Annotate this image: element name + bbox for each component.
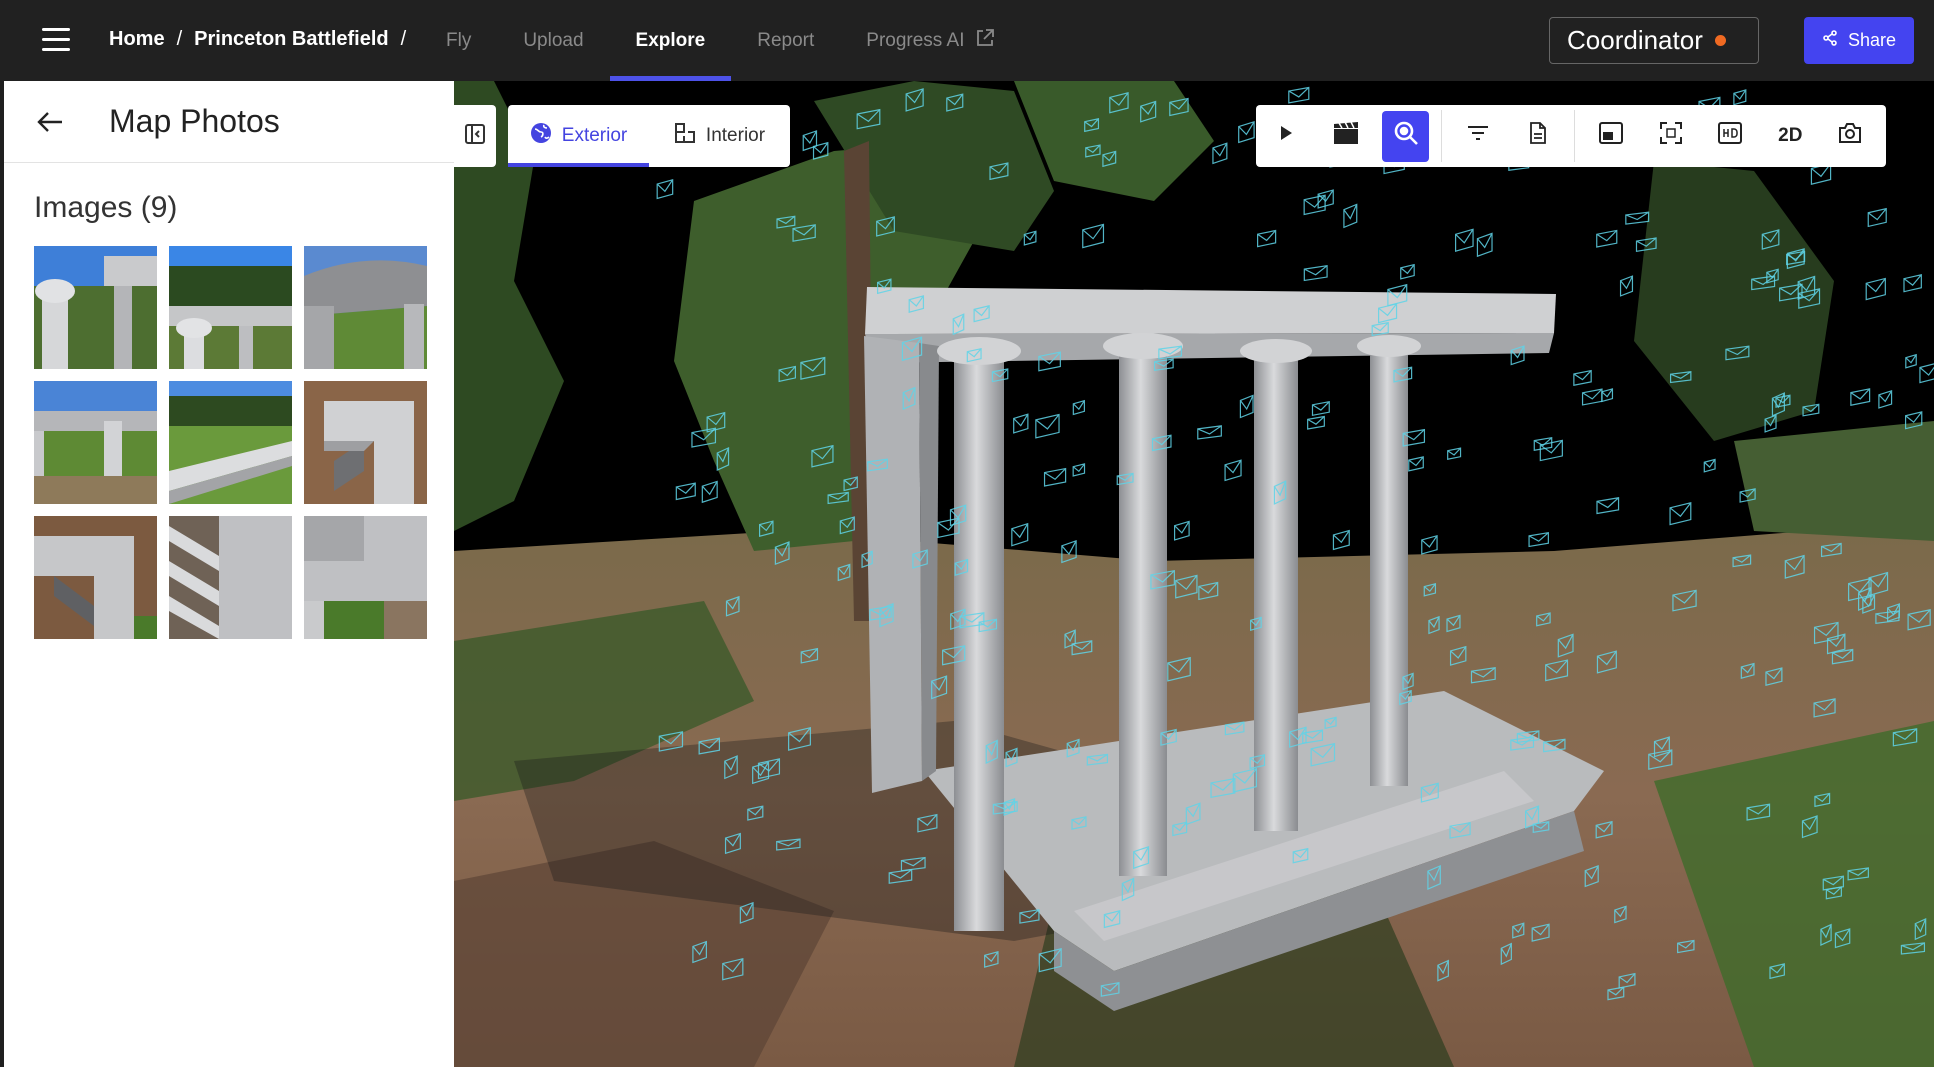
play-icon: [1277, 124, 1295, 148]
tab-progress-ai[interactable]: Progress AI: [840, 0, 1020, 81]
pip-icon: [1598, 122, 1623, 150]
tab-label: Progress AI: [866, 29, 965, 51]
clapperboard-icon: [1333, 121, 1359, 151]
tab-label: Fly: [446, 29, 472, 51]
breadcrumb-home[interactable]: Home: [109, 28, 165, 51]
panel-title: Map Photos: [109, 103, 280, 139]
toolbar-divider: [1441, 110, 1443, 162]
tab-label: Explore: [635, 29, 706, 51]
photo-thumbnail[interactable]: [34, 246, 157, 369]
zoom-photos-button[interactable]: [1381, 110, 1430, 162]
camera-icon: [1838, 122, 1862, 150]
view-2d-label: 2D: [1778, 125, 1803, 146]
filter-button[interactable]: [1454, 111, 1502, 162]
main-nav: Fly Upload Explore Report Progress AI: [420, 0, 1021, 81]
hd-icon: [1718, 122, 1743, 150]
panel-toggle-icon: [463, 122, 487, 151]
hamburger-menu-icon[interactable]: [42, 28, 70, 52]
viewer-toolbar: 2D: [1256, 105, 1886, 167]
map-photos-panel: Map Photos Images (9): [4, 81, 454, 1067]
photo-thumbnail[interactable]: [304, 381, 427, 504]
breadcrumb-project[interactable]: Princeton Battlefield: [194, 28, 388, 51]
photo-thumbnail[interactable]: [34, 516, 157, 639]
interior-option[interactable]: Interior: [649, 105, 790, 167]
photo-thumbnail[interactable]: [169, 381, 292, 504]
breadcrumb-separator: /: [400, 28, 407, 50]
toolbar-divider: [1574, 110, 1575, 162]
photo-thumbnail[interactable]: [169, 516, 292, 639]
exterior-option[interactable]: Exterior: [508, 105, 649, 167]
view-2d-button[interactable]: 2D: [1766, 111, 1814, 162]
tab-explore[interactable]: Explore: [609, 0, 732, 81]
filter-icon: [1467, 124, 1489, 148]
screenshot-button[interactable]: [1826, 111, 1874, 162]
video-button[interactable]: [1322, 111, 1370, 162]
interior-label: Interior: [705, 125, 766, 146]
tab-fly[interactable]: Fly: [420, 0, 497, 81]
tab-label: Upload: [523, 29, 584, 51]
report-button[interactable]: [1514, 111, 1562, 162]
3d-viewport[interactable]: [454, 81, 1934, 1067]
exterior-interior-toggle: Exterior Interior: [508, 105, 790, 167]
photo-grid: [34, 246, 430, 639]
collapse-panel-button[interactable]: [454, 105, 496, 167]
photo-thumbnail[interactable]: [169, 246, 292, 369]
photo-thumbnail[interactable]: [34, 381, 157, 504]
external-link-icon: [975, 28, 995, 54]
photo-thumbnail[interactable]: [304, 246, 427, 369]
status-dot: [1714, 35, 1726, 46]
share-label: Share: [1847, 30, 1897, 50]
images-heading: Images (9): [34, 191, 178, 224]
fullscreen-button[interactable]: [1647, 111, 1695, 162]
share-button[interactable]: Share: [1804, 17, 1914, 64]
breadcrumb-separator: /: [176, 28, 183, 50]
document-icon: [1529, 122, 1547, 150]
hd-button[interactable]: [1707, 111, 1755, 162]
globe-icon: [530, 122, 552, 150]
share-icon: [1822, 30, 1838, 51]
magnify-icon: [1393, 120, 1419, 152]
role-label: Coordinator: [1567, 25, 1703, 55]
tab-label: Report: [757, 29, 815, 51]
play-button[interactable]: [1262, 111, 1310, 162]
breadcrumb: Home / Princeton Battlefield /: [109, 28, 406, 51]
floorplan-icon: [674, 122, 696, 150]
photo-thumbnail[interactable]: [304, 516, 427, 639]
camera-position-markers: [656, 86, 1934, 1001]
exterior-label: Exterior: [561, 125, 628, 146]
fullscreen-icon: [1659, 122, 1682, 150]
back-arrow-icon[interactable]: [37, 111, 81, 133]
tab-upload[interactable]: Upload: [497, 0, 609, 81]
picture-in-picture-button[interactable]: [1587, 111, 1635, 162]
top-bar: Home / Princeton Battlefield / Fly Uploa…: [0, 0, 1934, 81]
panel-header: Map Photos: [4, 81, 454, 163]
role-selector[interactable]: Coordinator: [1549, 17, 1759, 64]
tab-report[interactable]: Report: [731, 0, 840, 81]
